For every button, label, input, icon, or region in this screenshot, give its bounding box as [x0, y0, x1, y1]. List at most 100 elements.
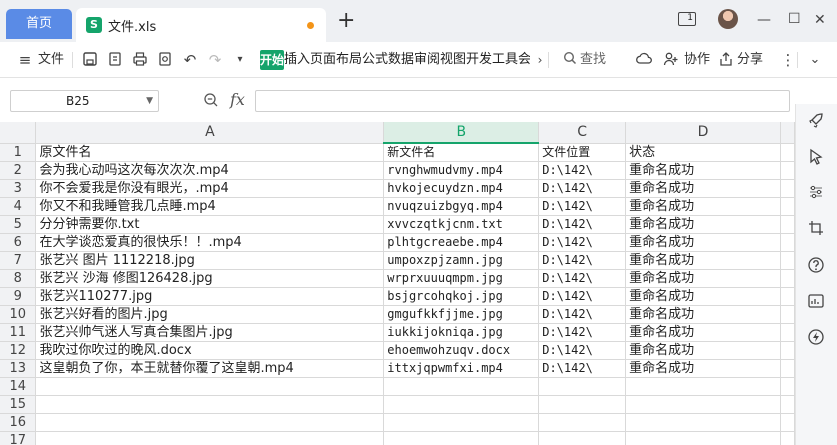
row-header[interactable]: 12 — [0, 341, 37, 360]
row-header[interactable]: 10 — [0, 305, 37, 324]
cell-original-name[interactable] — [35, 413, 385, 432]
cell-original-name[interactable]: 会为我心动吗这次每次次次.mp4 — [35, 161, 385, 180]
cell-status[interactable]: 状态 — [625, 143, 781, 162]
cell-new-name[interactable]: ehoemwohzuqv.docx — [383, 341, 540, 360]
cell-empty[interactable] — [780, 143, 795, 162]
column-header-c[interactable]: C — [538, 122, 627, 144]
cell-new-name[interactable] — [383, 395, 540, 414]
cell-empty[interactable] — [780, 161, 795, 180]
ribbon-menu-strip[interactable]: 插入页面布局公式数据审阅视图开发工具会员专 — [284, 51, 530, 69]
row-header[interactable]: 11 — [0, 323, 37, 342]
cell-empty[interactable] — [780, 377, 795, 396]
cell-original-name[interactable]: 在大学谈恋爱真的很快乐！！.mp4 — [35, 233, 385, 252]
close-icon[interactable]: ✕ — [814, 12, 826, 28]
collaborate-button[interactable]: 协作 — [684, 51, 710, 69]
rocket-icon[interactable] — [806, 112, 826, 132]
file-menu-button[interactable]: 文件 — [38, 51, 64, 69]
cell-status[interactable] — [625, 395, 781, 414]
sliders-icon[interactable] — [806, 184, 826, 204]
cell-empty[interactable] — [780, 305, 795, 324]
cell-empty[interactable] — [780, 251, 795, 270]
share-button[interactable]: 分享 — [737, 51, 763, 69]
cell-empty[interactable] — [780, 287, 795, 306]
cell-empty[interactable] — [780, 413, 795, 432]
cell-status[interactable]: 重命名成功 — [625, 269, 781, 288]
row-header[interactable]: 14 — [0, 377, 37, 396]
crop-icon[interactable] — [806, 220, 826, 240]
cell-location[interactable]: D:\142\ — [538, 341, 627, 360]
row-header[interactable]: 6 — [0, 233, 37, 252]
column-header-e[interactable] — [780, 122, 795, 144]
row-header[interactable]: 13 — [0, 359, 37, 378]
chart-template-icon[interactable] — [806, 292, 826, 312]
avatar[interactable] — [718, 9, 738, 29]
cell-status[interactable] — [625, 413, 781, 432]
cell-original-name[interactable]: 你又不和我睡管我几点睡.mp4 — [35, 197, 385, 216]
tab-file[interactable]: S 文件.xls — [76, 8, 326, 42]
print-preview-icon[interactable] — [156, 51, 174, 69]
row-header[interactable]: 17 — [0, 431, 37, 445]
cell-empty[interactable] — [780, 395, 795, 414]
zoom-magnifier-icon[interactable] — [203, 92, 219, 112]
cell-new-name[interactable]: ittxjqpwmfxi.mp4 — [383, 359, 540, 378]
cell-original-name[interactable]: 我吹过你吹过的晚风.docx — [35, 341, 385, 360]
chevron-right-icon[interactable]: › — [531, 51, 549, 69]
cell-original-name[interactable]: 分分钟需要你.txt — [35, 215, 385, 234]
cell-location[interactable]: D:\142\ — [538, 179, 627, 198]
redo-icon[interactable]: ↷ — [206, 51, 224, 69]
save-icon[interactable] — [81, 51, 99, 69]
row-header[interactable]: 15 — [0, 395, 37, 414]
cell-new-name[interactable]: plhtgcreaebe.mp4 — [383, 233, 540, 252]
more-options-icon[interactable]: ⋮ — [779, 51, 797, 69]
cell-location[interactable]: D:\142\ — [538, 287, 627, 306]
row-header[interactable]: 4 — [0, 197, 37, 216]
new-tab-plus-icon[interactable]: + — [337, 10, 355, 32]
print-icon[interactable] — [131, 51, 149, 69]
cell-status[interactable]: 重命名成功 — [625, 323, 781, 342]
cell-original-name[interactable]: 张艺兴帅气迷人写真合集图片.jpg — [35, 323, 385, 342]
cell-new-name[interactable] — [383, 431, 540, 445]
window-layout-icon[interactable]: 1 — [678, 12, 696, 26]
column-header-a[interactable]: A — [35, 122, 385, 144]
cell-location[interactable]: D:\142\ — [538, 305, 627, 324]
cell-new-name[interactable]: iukkijokniqa.jpg — [383, 323, 540, 342]
tab-home[interactable]: 首页 — [6, 9, 72, 39]
cell-empty[interactable] — [780, 233, 795, 252]
cell-status[interactable]: 重命名成功 — [625, 341, 781, 360]
cell-status[interactable]: 重命名成功 — [625, 251, 781, 270]
name-box[interactable]: B25 ▼ — [10, 90, 159, 112]
cloud-sync-icon[interactable] — [635, 51, 653, 69]
minimize-icon[interactable]: — — [757, 12, 771, 28]
collaborate-icon[interactable] — [662, 51, 680, 69]
cell-location[interactable]: D:\142\ — [538, 215, 627, 234]
cell-location[interactable] — [538, 395, 627, 414]
cell-location[interactable]: D:\142\ — [538, 359, 627, 378]
cell-new-name[interactable] — [383, 377, 540, 396]
cell-new-name[interactable]: umpoxzpjzamn.jpg — [383, 251, 540, 270]
cell-original-name[interactable]: 张艺兴好看的图片.jpg — [35, 305, 385, 324]
search-icon[interactable] — [561, 51, 579, 69]
row-header[interactable]: 5 — [0, 215, 37, 234]
cell-new-name[interactable]: bsjgrcohqkoj.jpg — [383, 287, 540, 306]
cell-status[interactable]: 重命名成功 — [625, 287, 781, 306]
cell-status[interactable]: 重命名成功 — [625, 215, 781, 234]
cell-empty[interactable] — [780, 431, 795, 445]
cell-empty[interactable] — [780, 341, 795, 360]
cell-empty[interactable] — [780, 215, 795, 234]
cursor-select-icon[interactable] — [806, 148, 826, 168]
cell-empty[interactable] — [780, 179, 795, 198]
cell-location[interactable] — [538, 377, 627, 396]
cell-location[interactable] — [538, 431, 627, 445]
cell-original-name[interactable]: 原文件名 — [35, 143, 385, 162]
chevron-down-icon[interactable]: ▼ — [146, 91, 153, 111]
row-header[interactable]: 8 — [0, 269, 37, 288]
cell-empty[interactable] — [780, 323, 795, 342]
spreadsheet-grid[interactable]: A B C D 1 原文件名 新文件名 文件位置 状态 2 会为我心动吗这次每次次次.mp4… — [0, 122, 795, 445]
cell-original-name[interactable] — [35, 377, 385, 396]
cell-status[interactable]: 重命名成功 — [625, 359, 781, 378]
search-button[interactable]: 查找 — [580, 51, 606, 69]
cell-empty[interactable] — [780, 197, 795, 216]
cell-location[interactable]: 文件位置 — [538, 143, 627, 162]
cell-status[interactable]: 重命名成功 — [625, 233, 781, 252]
share-icon[interactable] — [717, 51, 735, 69]
